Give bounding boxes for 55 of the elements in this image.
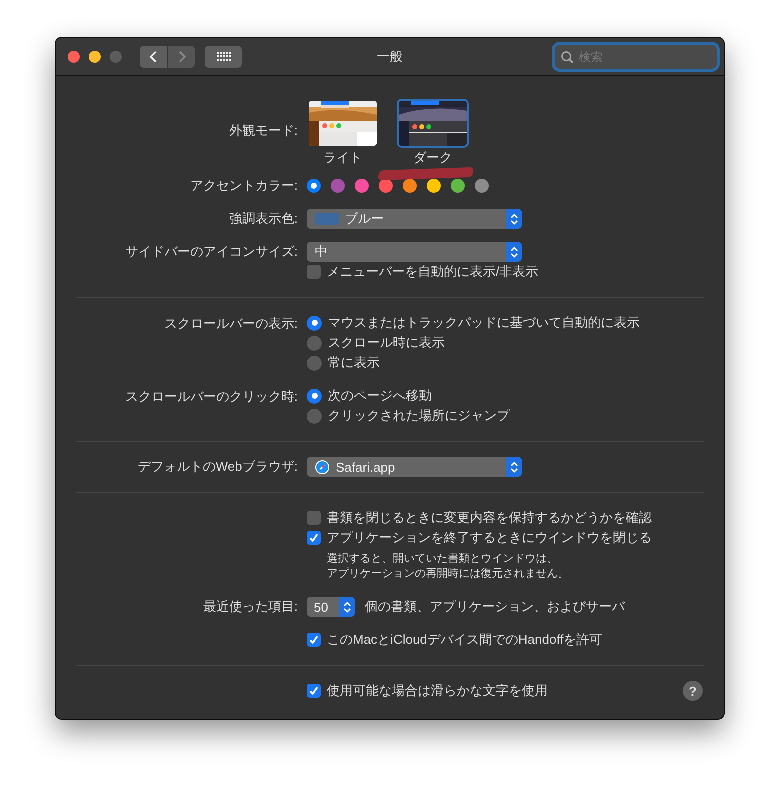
window-title: 一般 xyxy=(377,48,403,64)
setting-label: サイドバーのアイコンサイズ: xyxy=(125,244,298,259)
number-stepper[interactable]: 50 xyxy=(307,597,355,617)
radio-button[interactable]: 常に表示 xyxy=(307,353,640,373)
up-down-chevron-icon xyxy=(510,246,518,258)
grid-icon xyxy=(216,52,230,61)
setting-label: デフォルトのWebブラウザ: xyxy=(138,459,298,474)
setting-label: 外観モード: xyxy=(229,123,298,138)
compass-icon xyxy=(315,460,330,474)
checkbox[interactable]: このMacとiCloudデバイス間でのHandoffを許可 xyxy=(307,630,603,650)
close-button[interactable] xyxy=(68,50,80,62)
help-button[interactable]: ? xyxy=(683,681,703,701)
popup-menu[interactable]: 中 xyxy=(307,242,522,262)
accent-color-swatch[interactable] xyxy=(379,179,393,193)
setting-label: スクロールバーの表示: xyxy=(164,316,298,331)
checkbox[interactable]: 使用可能な場合は滑らかな文字を使用 xyxy=(307,681,548,701)
radio-button[interactable]: 次のページへ移動 xyxy=(307,386,510,406)
popup-menu[interactable]: Safari.app xyxy=(307,457,522,477)
setting-label: 個の書類、アプリケーション、およびサーバ xyxy=(365,598,625,616)
minimize-button[interactable] xyxy=(89,50,101,62)
popup-menu[interactable]: ブルー xyxy=(307,209,522,229)
up-down-chevron-icon xyxy=(342,600,352,614)
window-preview-icon xyxy=(309,100,377,146)
accent-color-swatch[interactable] xyxy=(451,179,465,193)
search-icon xyxy=(561,50,574,64)
setting-label: 最近使った項目: xyxy=(203,599,298,614)
setting-label: スクロールバーのクリック時: xyxy=(125,389,298,404)
checkbox[interactable]: メニューバーを自動的に表示/非表示 xyxy=(307,262,539,282)
checkmark-icon xyxy=(309,635,319,645)
accent-color-swatch[interactable] xyxy=(331,179,345,193)
setting-label: 強調表示色: xyxy=(229,211,298,226)
accent-color-swatch[interactable] xyxy=(427,179,441,193)
color-swatch-icon xyxy=(315,213,339,225)
checkmark-icon xyxy=(309,533,319,543)
up-down-chevron-icon xyxy=(510,212,518,226)
forward-button[interactable] xyxy=(168,46,195,68)
chevron-left-icon xyxy=(148,50,158,64)
chevron-right-icon xyxy=(176,50,186,64)
checkbox[interactable]: 書類を閉じるときに変更内容を保持するかどうかを確認 xyxy=(307,508,652,528)
accent-color-swatch[interactable] xyxy=(403,179,417,193)
checkmark-icon xyxy=(309,686,319,696)
radio-button[interactable]: マウスまたはトラックパッドに基づいて自動的に表示 xyxy=(307,313,640,333)
radio-button[interactable]: スクロール時に表示 xyxy=(307,333,640,353)
accent-color-swatch[interactable] xyxy=(475,179,489,193)
window-preview-icon xyxy=(399,100,467,146)
checkbox[interactable]: アプリケーションを終了するときにウインドウを閉じる xyxy=(307,528,652,548)
up-down-chevron-icon xyxy=(510,460,518,474)
setting-label: アクセントカラー: xyxy=(190,178,298,193)
radio-button[interactable]: クリックされた場所にジャンプ xyxy=(307,406,510,426)
show-all-button[interactable] xyxy=(205,46,242,68)
appearance-option[interactable]: ライト xyxy=(307,98,379,166)
back-button[interactable] xyxy=(140,46,167,68)
help-text: 選択すると、開いていた書類とウインドウは、 アプリケーションの再開時には復元されません。 xyxy=(326,552,569,582)
accent-color-swatch[interactable] xyxy=(307,179,321,193)
accent-color-swatch[interactable] xyxy=(355,179,369,193)
